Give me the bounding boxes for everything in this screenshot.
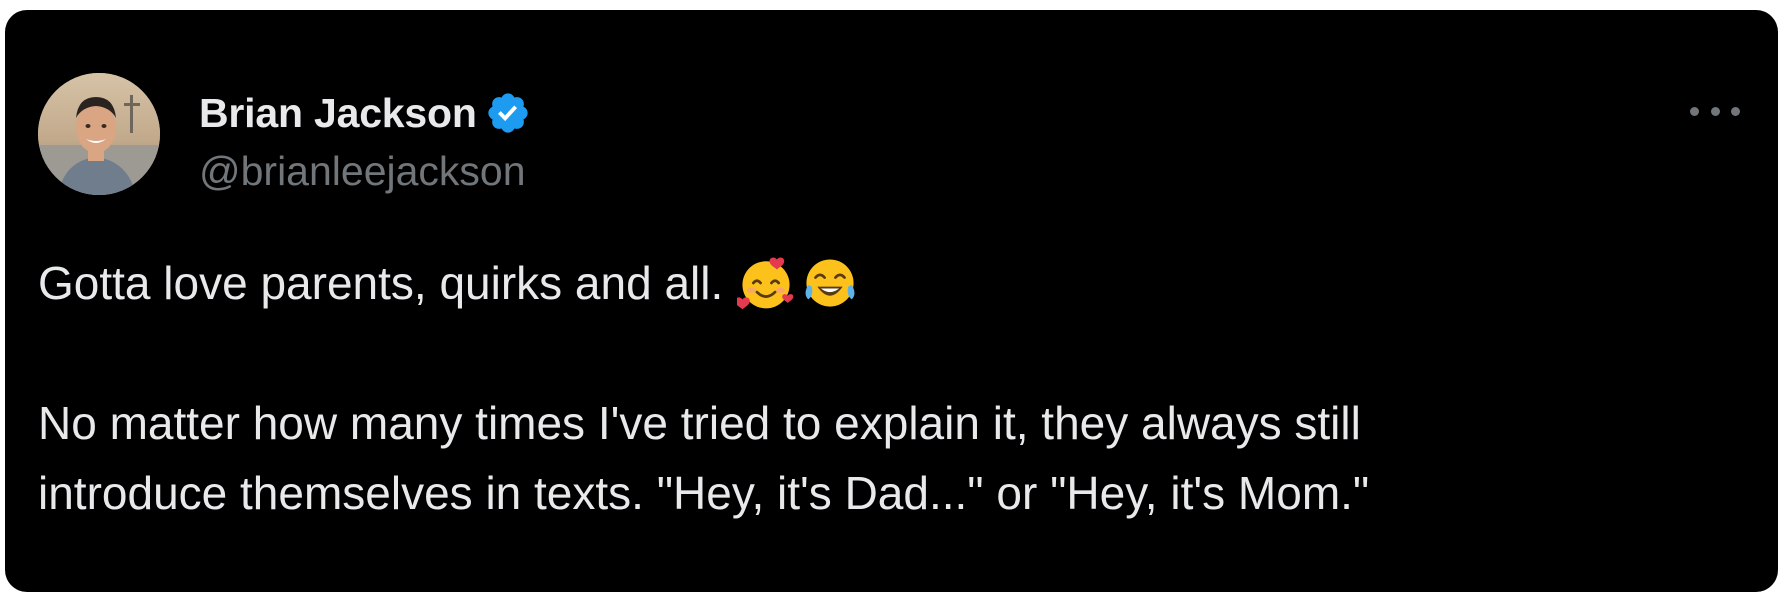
profile-photo (38, 73, 160, 195)
tweet-line-1-text: Gotta love parents, quirks and all. (38, 257, 724, 309)
tweet-line-3: introduce themselves in texts. "Hey, it'… (38, 467, 1370, 519)
more-options-icon[interactable] (1690, 94, 1740, 128)
face-with-tears-of-joy-emoji (801, 254, 859, 312)
verified-badge-icon[interactable] (485, 90, 531, 136)
dot (1731, 106, 1740, 116)
smiling-face-with-hearts-emoji (737, 254, 795, 312)
dot (1690, 106, 1699, 116)
avatar[interactable] (38, 73, 160, 195)
dot (1710, 106, 1720, 116)
author-handle[interactable]: @brianleejackson (199, 146, 526, 196)
tweet-line-2: No matter how many times I've tried to e… (38, 397, 1361, 449)
author-display-name[interactable]: Brian Jackson (199, 88, 477, 138)
author-name-row: Brian Jackson (199, 88, 531, 138)
tweet-card: Brian Jackson @brianleejackson Gotta lov… (5, 10, 1778, 592)
tweet-text: Gotta love parents, quirks and all. No m… (38, 248, 1738, 528)
tweet-line-1: Gotta love parents, quirks and all. (38, 248, 1738, 318)
